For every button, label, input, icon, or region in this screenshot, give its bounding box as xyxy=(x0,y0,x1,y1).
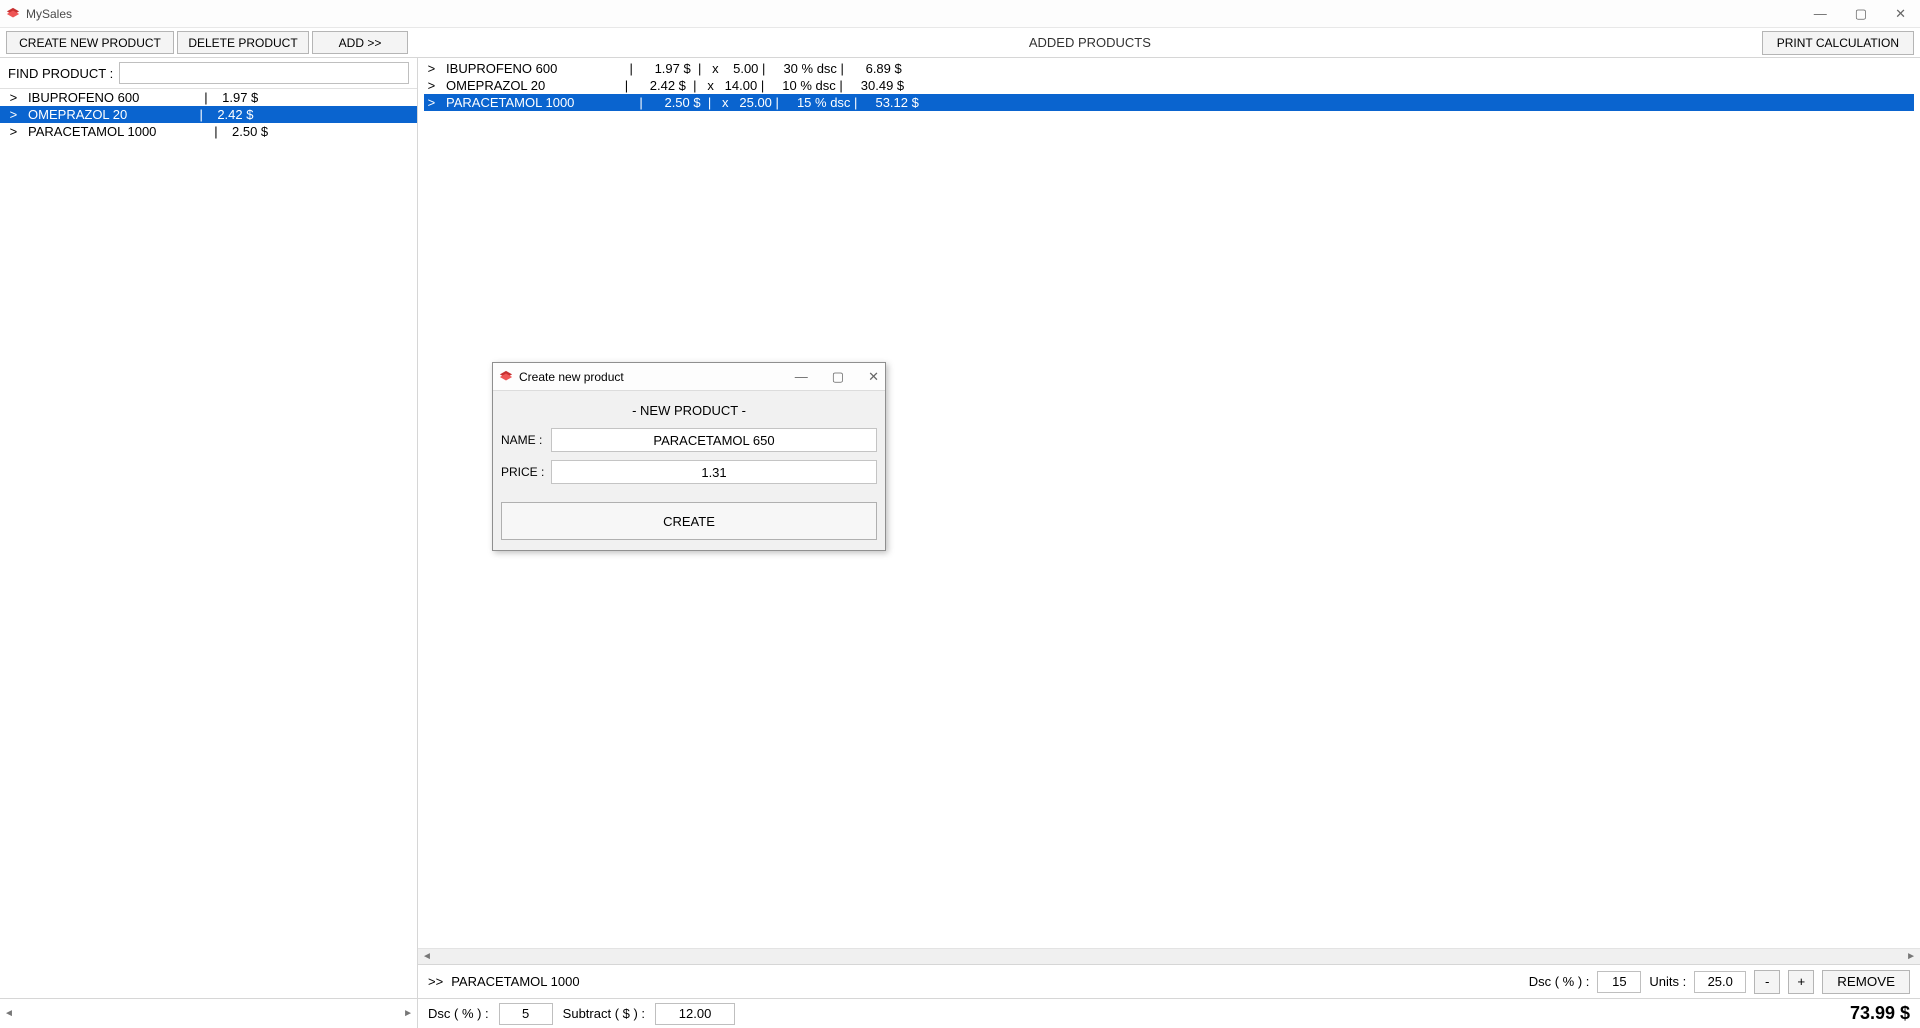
create-product-dialog: Create new product — ▢ ✕ - NEW PRODUCT -… xyxy=(492,362,886,551)
grand-total: 73.99 $ xyxy=(1850,1003,1910,1024)
subtract-label: Subtract ( $ ) : xyxy=(563,1006,645,1021)
product-listbox[interactable]: > IBUPROFENO 600 | 1.97 $ > OMEPRAZOL 20… xyxy=(0,89,417,998)
window-minimize-icon[interactable]: — xyxy=(1814,6,1827,22)
product-row[interactable]: > PARACETAMOL 1000 | 2.50 $ xyxy=(0,123,417,140)
units-input[interactable] xyxy=(1694,971,1746,993)
product-name-label: NAME : xyxy=(501,433,545,447)
dialog-maximize-icon[interactable]: ▢ xyxy=(832,369,844,385)
product-search-panel: FIND PRODUCT : > IBUPROFENO 600 | 1.97 $… xyxy=(0,58,418,998)
selected-product-name: PARACETAMOL 1000 xyxy=(451,974,579,989)
dialog-minimize-icon[interactable]: — xyxy=(795,369,808,385)
toolbar: CREATE NEW PRODUCT DELETE PRODUCT ADD >>… xyxy=(0,28,1920,58)
selected-prefix: >> xyxy=(428,974,443,989)
print-calculation-button[interactable]: PRINT CALCULATION xyxy=(1762,31,1914,55)
product-price-label: PRICE : xyxy=(501,465,545,479)
dialog-create-button[interactable]: CREATE xyxy=(501,502,877,540)
global-dsc-input[interactable] xyxy=(499,1003,553,1025)
find-product-input[interactable] xyxy=(119,62,409,84)
find-product-label: FIND PRODUCT : xyxy=(8,66,113,81)
product-row[interactable]: > OMEPRAZOL 20 | 2.42 $ xyxy=(0,106,417,123)
remove-button[interactable]: REMOVE xyxy=(1822,970,1910,994)
left-horizontal-scrollbar[interactable]: ◄► xyxy=(0,999,418,1028)
product-name-input[interactable] xyxy=(551,428,877,452)
dialog-app-icon xyxy=(499,370,513,384)
app-icon xyxy=(6,7,20,21)
selected-item-bar: >> PARACETAMOL 1000 Dsc ( % ) : Units : … xyxy=(418,964,1920,998)
horizontal-scrollbar[interactable]: ◄► xyxy=(418,948,1920,964)
dialog-title: Create new product xyxy=(519,370,624,384)
dsc-input[interactable] xyxy=(1597,971,1641,993)
window-titlebar: MySales — ▢ ✕ xyxy=(0,0,1920,28)
window-maximize-icon[interactable]: ▢ xyxy=(1855,6,1867,22)
add-product-button[interactable]: ADD >> xyxy=(312,31,408,54)
dsc-label: Dsc ( % ) : xyxy=(1529,974,1590,989)
added-row[interactable]: > OMEPRAZOL 20 | 2.42 $ | x 14.00 | 10 %… xyxy=(424,77,1914,94)
global-dsc-label: Dsc ( % ) : xyxy=(428,1006,489,1021)
units-increment-button[interactable]: + xyxy=(1788,970,1814,994)
dialog-heading: - NEW PRODUCT - xyxy=(501,397,877,428)
added-row[interactable]: > PARACETAMOL 1000 | 2.50 $ | x 25.00 | … xyxy=(424,94,1914,111)
product-price-input[interactable] xyxy=(551,460,877,484)
window-title: MySales xyxy=(26,7,72,21)
window-close-icon[interactable]: ✕ xyxy=(1895,6,1906,22)
added-products-heading: ADDED PRODUCTS xyxy=(418,28,1762,57)
added-row[interactable]: > IBUPROFENO 600 | 1.97 $ | x 5.00 | 30 … xyxy=(424,60,1914,77)
totals-bar: Dsc ( % ) : Subtract ( $ ) : 73.99 $ xyxy=(418,1003,1920,1025)
delete-product-button[interactable]: DELETE PRODUCT xyxy=(177,31,309,54)
product-row[interactable]: > IBUPROFENO 600 | 1.97 $ xyxy=(0,89,417,106)
dialog-close-icon[interactable]: ✕ xyxy=(868,369,879,385)
subtract-input[interactable] xyxy=(655,1003,735,1025)
create-new-product-button[interactable]: CREATE NEW PRODUCT xyxy=(6,31,174,54)
units-decrement-button[interactable]: - xyxy=(1754,970,1780,994)
units-label: Units : xyxy=(1649,974,1686,989)
